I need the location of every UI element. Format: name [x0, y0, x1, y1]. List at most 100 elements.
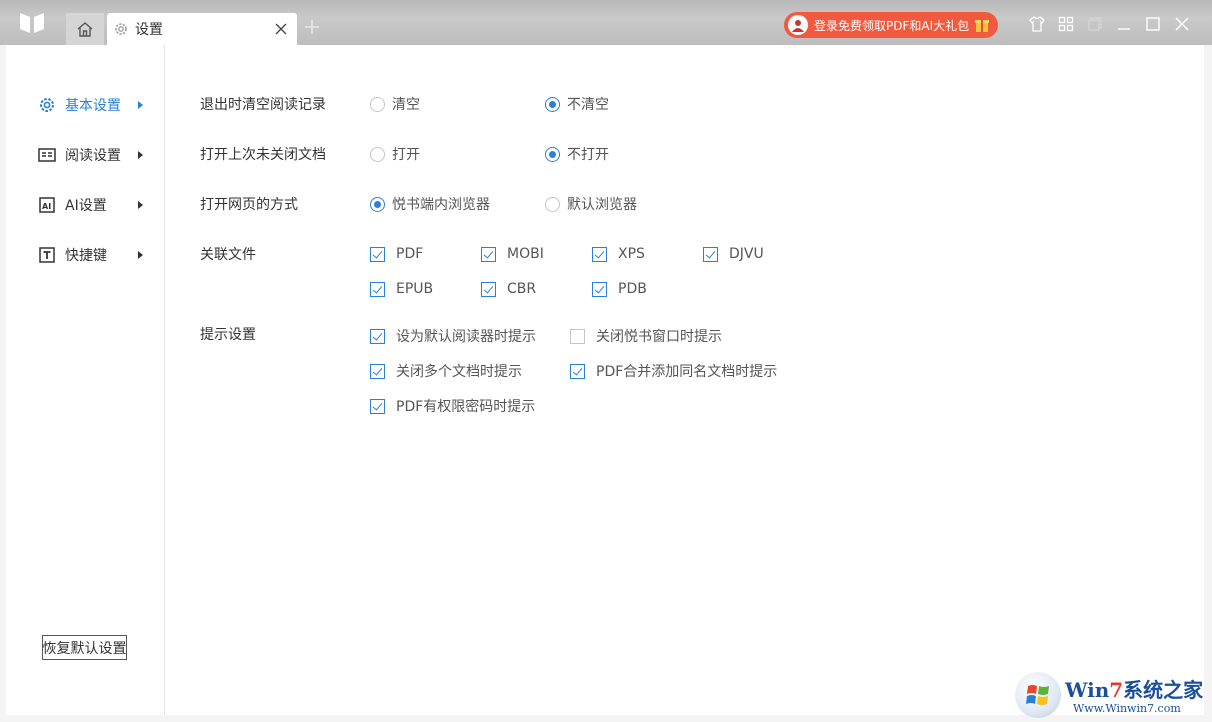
checkbox-xps[interactable]: XPS [592, 246, 645, 262]
option-label: PDB [618, 281, 647, 297]
watermark-url: Www.Winwin7.com [1073, 702, 1181, 715]
reopen-last-label: 打开上次未关闭文档 [200, 147, 326, 163]
reader-icon [38, 146, 56, 164]
option-label: PDF [396, 246, 424, 262]
checkbox-default-reader-prompt[interactable]: 设为默认阅读器时提示 [370, 326, 536, 346]
option-label: 设为默认阅读器时提示 [396, 329, 536, 345]
radio-default-browser[interactable]: 默认浏览器 [545, 194, 637, 214]
checkbox-pdb[interactable]: PDB [592, 281, 647, 297]
sidebar-item-shortcuts[interactable]: 快捷键 [38, 243, 158, 267]
radio-button[interactable] [545, 96, 560, 112]
sidebar-item-label: 阅读设置 [65, 148, 121, 164]
gear-icon [38, 96, 56, 114]
option-label: 不打开 [567, 147, 609, 163]
checkbox-permission-password-prompt[interactable]: PDF有权限密码时提示 [370, 396, 535, 416]
radio-button[interactable] [370, 146, 385, 162]
apps-grid-icon[interactable] [1056, 14, 1076, 34]
checkbox[interactable] [370, 363, 385, 379]
chevron-right-icon [138, 151, 143, 159]
checkbox[interactable] [703, 246, 718, 262]
exit-clear-label: 退出时清空阅读记录 [200, 97, 326, 113]
sidebar-item-ai-settings[interactable]: AI AI设置 [38, 193, 158, 217]
radio-inapp-browser[interactable]: 悦书端内浏览器 [370, 194, 490, 214]
checkbox[interactable] [570, 363, 585, 379]
avatar-icon [788, 15, 808, 35]
checkbox[interactable] [370, 328, 385, 344]
shortcut-icon [38, 246, 56, 264]
checkbox-close-window-prompt[interactable]: 关闭悦书窗口时提示 [570, 326, 722, 346]
radio-button[interactable] [545, 196, 560, 212]
option-label: CBR [507, 281, 537, 297]
option-label: 清空 [392, 97, 420, 113]
home-tab[interactable] [66, 13, 104, 45]
title-bar: 设置 登录免费领取PDF和AI大礼包 [0, 0, 1212, 45]
option-label: MOBI [507, 246, 544, 262]
close-window-icon[interactable] [1172, 14, 1192, 34]
svg-text:AI: AI [42, 202, 51, 211]
option-label: 关闭悦书窗口时提示 [596, 329, 722, 345]
checkbox[interactable] [570, 328, 585, 344]
chevron-right-icon [138, 201, 143, 209]
checkbox-close-multiple-prompt[interactable]: 关闭多个文档时提示 [370, 361, 522, 381]
checkbox[interactable] [370, 281, 385, 297]
app-logo-icon [20, 13, 44, 33]
watermark-title-7: 7 [1109, 678, 1124, 702]
gear-icon [115, 23, 127, 35]
radio-open[interactable]: 打开 [370, 144, 420, 164]
maximize-icon[interactable] [1143, 14, 1163, 34]
radio-button[interactable] [370, 196, 385, 212]
promo-text: 登录免费领取PDF和AI大礼包 [814, 18, 970, 33]
sidebar: 基本设置 阅读设置 AI AI设置 快捷键 恢复默认设置 [6, 45, 165, 715]
new-tab-icon[interactable] [303, 18, 321, 36]
checkbox[interactable] [370, 246, 385, 262]
radio-not-clear[interactable]: 不清空 [545, 94, 609, 114]
option-label: PDF合并添加同名文档时提示 [596, 364, 778, 380]
checkbox-djvu[interactable]: DJVU [703, 246, 764, 262]
sidebar-item-label: 快捷键 [65, 248, 107, 264]
checkbox[interactable] [481, 246, 496, 262]
option-label: 打开 [392, 147, 420, 163]
tab-settings[interactable]: 设置 [107, 13, 297, 45]
home-icon [77, 22, 93, 37]
watermark-title-b: 系统之家 [1123, 678, 1204, 702]
watermark-title-a: Win [1065, 678, 1110, 702]
option-label: 默认浏览器 [567, 197, 637, 213]
close-tab-icon[interactable] [273, 21, 289, 37]
checkbox[interactable] [370, 398, 385, 414]
option-label: 悦书端内浏览器 [392, 197, 490, 213]
option-label: EPUB [396, 281, 434, 297]
checkbox-mobi[interactable]: MOBI [481, 246, 544, 262]
windows-logo-icon [1015, 672, 1061, 718]
minimize-icon[interactable] [1114, 14, 1134, 34]
ai-icon: AI [38, 196, 56, 214]
chevron-right-icon [138, 101, 143, 109]
radio-clear[interactable]: 清空 [370, 94, 420, 114]
option-label: DJVU [729, 246, 764, 262]
radio-button[interactable] [545, 146, 560, 162]
settings-window: 基本设置 阅读设置 AI AI设置 快捷键 恢复默认设置 退出时清空阅读记录 清… [6, 45, 1204, 715]
option-label: 不清空 [567, 97, 609, 113]
radio-button[interactable] [370, 96, 385, 112]
sidebar-item-reading-settings[interactable]: 阅读设置 [38, 143, 158, 167]
reset-defaults-button[interactable]: 恢复默认设置 [42, 635, 127, 660]
checkbox-cbr[interactable]: CBR [481, 281, 536, 297]
restore-icon[interactable] [1085, 14, 1105, 34]
prompts-label: 提示设置 [200, 327, 256, 343]
radio-not-open[interactable]: 不打开 [545, 144, 609, 164]
checkbox-pdf[interactable]: PDF [370, 246, 423, 262]
checkbox[interactable] [481, 281, 496, 297]
checkbox-epub[interactable]: EPUB [370, 281, 433, 297]
checkbox[interactable] [592, 246, 607, 262]
option-label: XPS [618, 246, 645, 262]
option-label: 关闭多个文档时提示 [396, 364, 522, 380]
assoc-files-label: 关联文件 [200, 247, 256, 263]
option-label: PDF有权限密码时提示 [396, 399, 536, 415]
login-promo-button[interactable]: 登录免费领取PDF和AI大礼包 [784, 12, 998, 38]
chevron-right-icon [138, 251, 143, 259]
checkbox-merge-same-name-prompt[interactable]: PDF合并添加同名文档时提示 [570, 361, 777, 381]
open-web-label: 打开网页的方式 [200, 197, 298, 213]
checkbox[interactable] [592, 281, 607, 297]
sidebar-item-label: AI设置 [65, 198, 107, 214]
sidebar-item-basic-settings[interactable]: 基本设置 [38, 93, 158, 117]
skin-icon[interactable] [1027, 14, 1047, 34]
